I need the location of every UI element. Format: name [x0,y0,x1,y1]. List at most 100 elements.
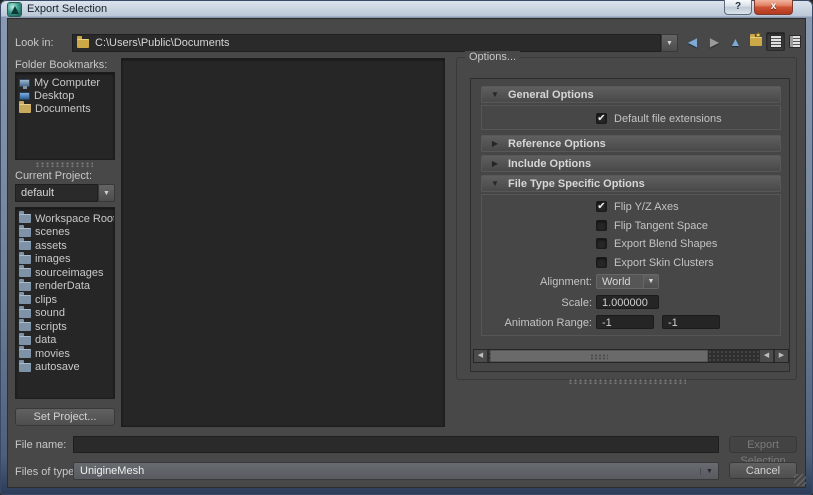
folder-icon [19,336,31,345]
tree-item[interactable]: sourceimages [16,266,114,280]
folder-bookmarks-label: Folder Bookmarks: [15,59,107,71]
path-combo[interactable]: C:\Users\Public\Documents [72,34,661,52]
file-list[interactable] [121,58,445,427]
tree-item[interactable]: assets [16,239,114,253]
tree-item[interactable]: sound [16,307,114,321]
tree-item[interactable]: autosave [16,361,114,375]
section-include-options[interactable]: ▶ Include Options [481,155,781,172]
scroll-left-button[interactable]: ◀ [474,350,487,362]
project-folder-tree[interactable]: Workspace Root scenes assets images sour… [15,207,115,399]
folder-icon [19,349,31,358]
details-view-button[interactable] [785,32,804,51]
flip-yz-axes-checkbox[interactable]: ✔ Flip Y/Z Axes [596,200,679,213]
collapsed-triangle-icon: ▶ [482,139,508,148]
files-of-type-value: UnigineMesh [74,465,700,477]
details-view-icon [789,35,801,48]
collapsed-triangle-icon: ▶ [482,159,508,168]
bookmarks-list[interactable]: My Computer Desktop Documents [15,72,115,160]
up-button[interactable]: ▲ [726,32,745,51]
maya-app-icon [8,3,21,16]
animation-range-start-input[interactable]: -1 [596,315,654,329]
current-project-label: Current Project: [15,170,92,182]
folder-icon [77,39,89,48]
options-horizontal-scrollbar[interactable]: ◀ ◀ ▶ [473,349,789,363]
expanded-triangle-icon: ▼ [482,90,508,99]
computer-icon [19,79,30,87]
chevron-down-icon: ▼ [103,190,110,197]
checkbox-unchecked-icon[interactable] [596,257,607,268]
help-button[interactable]: ? [724,0,752,15]
desktop-icon [19,92,30,100]
export-blend-shapes-checkbox[interactable]: Export Blend Shapes [596,237,717,250]
export-skin-clusters-checkbox[interactable]: Export Skin Clusters [596,256,714,269]
list-view-icon [770,35,782,48]
scale-label: Scale: [484,297,592,309]
new-folder-icon: ✶ [750,35,762,49]
path-dropdown-button[interactable]: ▼ [661,34,678,52]
project-combo-value: default [21,187,54,199]
section-reference-options[interactable]: ▶ Reference Options [481,135,781,152]
tree-item[interactable]: scripts [16,320,114,334]
folder-icon [19,241,31,250]
project-combo-arrow[interactable]: ▼ [98,184,115,202]
options-scrollarea: ▼ General Options ✔ Default file extensi… [470,78,790,372]
flip-tangent-space-checkbox[interactable]: Flip Tangent Space [596,219,708,232]
tree-item[interactable]: movies [16,347,114,361]
files-of-type-combo[interactable]: UnigineMesh ▼ [73,462,719,480]
alignment-combo[interactable]: World ▼ [596,274,659,289]
scrollbar-track[interactable] [488,350,759,362]
section-general-options[interactable]: ▼ General Options [481,86,781,103]
tree-item[interactable]: Workspace Root [16,212,114,226]
project-combo[interactable]: default [15,184,98,202]
new-folder-button[interactable]: ✶ [746,32,765,51]
chevron-down-icon[interactable]: ▼ [643,274,659,289]
back-icon: ◀ [688,35,697,49]
star-icon: ✶ [755,31,762,40]
list-view-button[interactable] [766,32,785,51]
cancel-button[interactable]: Cancel [729,462,797,479]
bookmark-desktop[interactable]: Desktop [16,89,114,102]
look-in-label: Look in: [15,37,54,49]
default-file-extensions-checkbox[interactable]: ✔ Default file extensions [596,112,722,125]
scrollbar-thumb[interactable] [490,350,708,362]
options-splitter-handle[interactable] [568,379,686,384]
tree-item[interactable]: images [16,253,114,267]
tree-item[interactable]: scenes [16,226,114,240]
folder-icon [19,255,31,264]
folder-icon [19,214,31,223]
scroll-right-button[interactable]: ▶ [775,350,788,362]
forward-button[interactable]: ▶ [705,32,724,51]
tree-item[interactable]: renderData [16,280,114,294]
animation-range-label: Animation Range: [484,317,592,329]
general-options-body: ✔ Default file extensions [481,105,781,130]
bookmark-documents[interactable]: Documents [16,102,114,115]
folder-icon [19,322,31,331]
chevron-down-icon: ▼ [666,40,673,47]
folder-icon [19,282,31,291]
forward-icon: ▶ [710,35,719,49]
file-name-label: File name: [15,439,66,451]
scale-input[interactable]: 1.000000 [596,295,659,309]
title-bar[interactable]: Export Selection [0,0,813,18]
resize-grip[interactable] [794,474,806,486]
bookmarks-splitter-handle[interactable] [35,162,93,167]
back-button[interactable]: ◀ [683,32,702,51]
file-name-input[interactable] [73,436,719,453]
animation-range-end-input[interactable]: -1 [662,315,720,329]
scroll-left-button-2[interactable]: ◀ [760,350,773,362]
close-button[interactable]: x [754,0,793,15]
checkbox-unchecked-icon[interactable] [596,238,607,249]
section-file-type-specific-options[interactable]: ▼ File Type Specific Options [481,175,781,192]
tree-item[interactable]: clips [16,293,114,307]
options-label: Options... [465,51,520,63]
folder-icon [19,363,31,372]
export-selection-button[interactable]: Export Selection [729,436,797,453]
checkbox-checked-icon[interactable]: ✔ [596,201,607,212]
tree-item[interactable]: data [16,334,114,348]
folder-icon [19,309,31,318]
options-groupbox: Options... ▼ General Options ✔ Default f… [456,57,797,380]
set-project-button[interactable]: Set Project... [15,408,115,426]
bookmark-my-computer[interactable]: My Computer [16,76,114,89]
checkbox-checked-icon[interactable]: ✔ [596,113,607,124]
checkbox-unchecked-icon[interactable] [596,220,607,231]
